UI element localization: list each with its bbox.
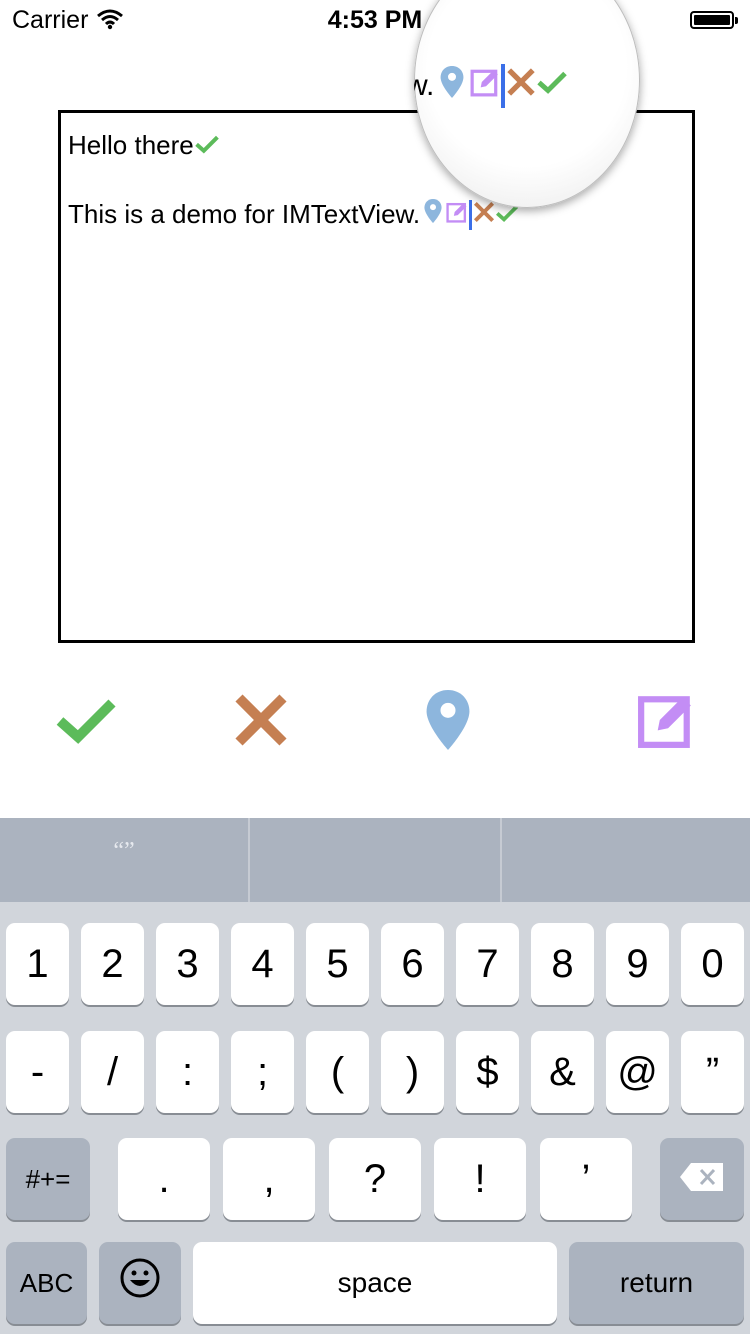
key-exclamation[interactable]: !: [434, 1138, 526, 1220]
checkmark-icon: [54, 695, 118, 750]
key-semicolon[interactable]: ;: [231, 1031, 294, 1113]
text-view[interactable]: Hello there This is a demo for IMTextVie…: [58, 110, 695, 643]
key-hyphen[interactable]: -: [6, 1031, 69, 1113]
battery-icon: [690, 11, 738, 29]
space-key[interactable]: space: [193, 1242, 557, 1324]
map-pin-icon: [426, 689, 470, 755]
key-3[interactable]: 3: [156, 923, 219, 1005]
key-0[interactable]: 0: [681, 923, 744, 1005]
key-2[interactable]: 2: [81, 923, 144, 1005]
key-comma[interactable]: ,: [223, 1138, 315, 1220]
key-more-symbols[interactable]: #+=: [6, 1138, 90, 1220]
edit-icon: [446, 199, 468, 230]
key-abc[interactable]: ABC: [6, 1242, 87, 1324]
key-dollar[interactable]: $: [456, 1031, 519, 1113]
suggestion-cell[interactable]: [250, 818, 500, 902]
return-key[interactable]: return: [569, 1242, 744, 1324]
key-colon[interactable]: :: [156, 1031, 219, 1113]
key-ampersand[interactable]: &: [531, 1031, 594, 1113]
cross-icon: [473, 199, 495, 230]
key-apostrophe[interactable]: ’: [540, 1138, 632, 1220]
delete-key[interactable]: [660, 1138, 744, 1220]
emoji-key[interactable]: [99, 1242, 181, 1324]
insert-map-pin-button[interactable]: [416, 689, 480, 755]
text-line-1: Hello there: [68, 130, 194, 160]
key-6[interactable]: 6: [381, 923, 444, 1005]
cross-icon: [233, 692, 289, 753]
key-at[interactable]: @: [606, 1031, 669, 1113]
edit-icon: [637, 691, 695, 754]
key-9[interactable]: 9: [606, 923, 669, 1005]
cross-icon: [506, 67, 536, 105]
backspace-icon: [679, 1157, 725, 1202]
text-line-2: This is a demo for IMTextView.: [68, 199, 421, 229]
suggestion-bar: “”: [0, 818, 750, 902]
edit-icon: [470, 67, 500, 105]
key-7[interactable]: 7: [456, 923, 519, 1005]
map-pin-icon: [424, 199, 442, 230]
status-time: 4:53 PM: [327, 6, 423, 34]
key-slash[interactable]: /: [81, 1031, 144, 1113]
status-bar: Carrier 4:53 PM: [0, 0, 750, 40]
text-cursor: [469, 199, 473, 230]
key-period[interactable]: .: [118, 1138, 210, 1220]
key-1[interactable]: 1: [6, 923, 69, 1005]
magnified-text: w.: [414, 69, 435, 102]
key-5[interactable]: 5: [306, 923, 369, 1005]
text-line: Hello there: [68, 130, 220, 161]
suggestion-cell[interactable]: “”: [0, 818, 248, 902]
text-cursor: [501, 64, 506, 108]
insert-checkmark-button[interactable]: [54, 690, 118, 754]
suggestion-quotes: “”: [113, 838, 135, 864]
emoji-icon: [119, 1257, 161, 1309]
keyboard: “” 1 2 3 4 5 6 7 8 9 0 - / : ; ( ) $ & @…: [0, 818, 750, 1334]
text-line: This is a demo for IMTextView.: [68, 199, 519, 230]
key-quote[interactable]: ”: [681, 1031, 744, 1113]
key-8[interactable]: 8: [531, 923, 594, 1005]
key-4[interactable]: 4: [231, 923, 294, 1005]
key-question[interactable]: ?: [329, 1138, 421, 1220]
insert-edit-button[interactable]: [634, 690, 698, 754]
key-close-paren[interactable]: ): [381, 1031, 444, 1113]
insert-cross-button[interactable]: [229, 690, 293, 754]
key-open-paren[interactable]: (: [306, 1031, 369, 1113]
suggestion-cell[interactable]: [502, 818, 750, 902]
checkmark-icon: [194, 130, 220, 161]
checkmark-icon: [536, 69, 568, 103]
map-pin-icon: [440, 66, 464, 106]
